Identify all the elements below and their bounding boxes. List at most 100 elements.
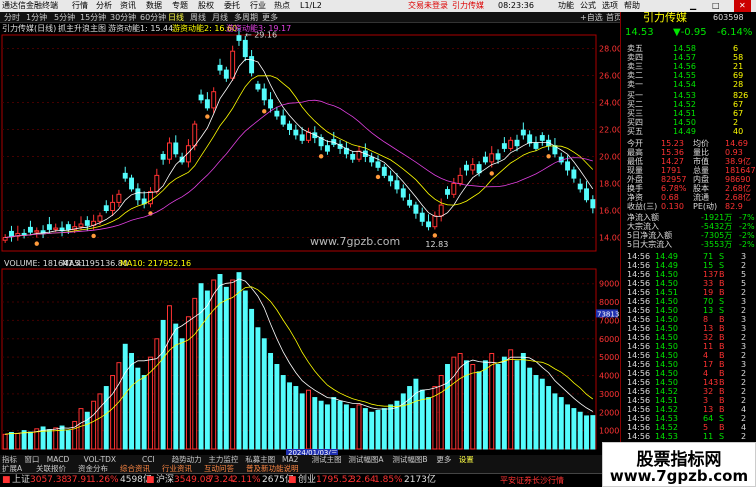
period-tab[interactable]: 月线 [212,12,228,23]
indicator-tab[interactable]: VOL-TDX [84,455,116,464]
tick-count: 3 [741,252,747,261]
indicator-tab[interactable]: 更多 [436,455,451,464]
candle-body [577,183,583,190]
volume-bar [381,408,387,450]
extension-tab[interactable]: 综合资讯 [120,464,150,473]
candle-body [375,161,381,168]
candle-body [407,199,413,206]
menu-item[interactable]: 委托 [224,0,240,12]
flow-label: 净流入额 [627,213,659,222]
minimize-icon[interactable]: ▁ [690,0,696,12]
indicator-tab[interactable]: 测试幅图A [348,455,383,464]
menu-item[interactable]: 行情 [72,0,88,12]
volume-bar [217,274,223,450]
add-favorite-button[interactable]: +自选 [580,12,603,23]
menu-item[interactable]: 功能 [558,0,574,12]
extension-tab[interactable]: 行业资讯 [162,464,192,473]
extension-tab[interactable]: 扩展A [2,464,22,473]
stat-label: 流通 [693,193,709,202]
indicator-tab[interactable]: 趋势动力 [172,455,202,464]
menu-item[interactable]: 热点 [274,0,290,12]
menu-item[interactable]: 资讯 [120,0,136,12]
menu-item[interactable]: 帮助 [624,0,640,12]
indicator-tab[interactable]: MA2 [282,455,298,464]
tick-time: 14:56 [627,423,651,432]
formula-name[interactable]: 抓主升浪主图 [58,23,106,34]
menu-item[interactable]: 股权 [198,0,214,12]
sh-index-pct: 1.26% [90,475,119,485]
indicator-tab[interactable]: MACD [47,455,69,464]
indicator-tab[interactable]: 指标 [2,455,17,464]
tick-volume: 143 [703,378,719,387]
extension-tab[interactable]: 互动问答 [204,464,234,473]
volume-bar [72,420,78,450]
ask-label: 卖二 [627,71,643,80]
menu-item[interactable]: 选项 [602,0,618,12]
period-tab-active[interactable]: 日线 [168,12,184,23]
close-icon[interactable]: ✕ [734,0,751,12]
indicator-tab[interactable]: 主力监控 [208,455,238,464]
price-tick-label: 14.00 [599,234,622,243]
tick-price: 14.51 [655,396,678,405]
sh-index-label[interactable]: 上证 [12,474,30,487]
period-tab[interactable]: 1分钟 [26,12,47,23]
period-tab[interactable]: 分时 [4,12,20,23]
extension-tab[interactable]: 普及新功能说明 [246,464,299,473]
candle-body [242,39,248,58]
stock-ad-link[interactable]: 引力传媒 [452,0,484,12]
tick-count: 5 [741,279,747,288]
menu-item[interactable]: 行业 [250,0,266,12]
candle-body [204,99,210,109]
menu-item[interactable]: 公式 [580,0,596,12]
bid-price: 14.51 [673,109,696,118]
indicator-tab[interactable]: 私募主图 [245,455,275,464]
candle-body [198,94,204,101]
price-change: ▼-0.95 [673,27,707,38]
trade-login-status[interactable]: 交易未登录 [408,0,448,12]
stat-value: 6.78% [661,184,687,193]
period-tab[interactable]: 5分钟 [54,12,75,23]
indicator-tab[interactable]: 窗口 [24,455,39,464]
ask-volume: 28 [733,80,744,89]
volume-bar [223,286,229,450]
menu-item[interactable]: 专题 [172,0,188,12]
stock-name[interactable]: 引力传媒 [643,12,687,23]
indicator-tab[interactable]: 测试主图 [312,455,342,464]
period-tab[interactable]: 30分钟 [110,12,136,23]
tick-volume: 8 [703,315,709,324]
period-tab[interactable]: 周线 [190,12,206,23]
period-tab[interactable]: 15分钟 [80,12,106,23]
maximize-icon[interactable]: □ [712,0,720,12]
volume-bar [9,431,14,450]
index-up-icon: ■ [146,475,155,485]
tick-price: 14.52 [655,405,678,414]
candle-body [457,174,463,184]
cy-index-change: 32.64 [350,475,376,485]
volume-bar [129,352,135,450]
indicator-tab[interactable]: 设置 [459,455,474,464]
menu-item[interactable]: L1/L2 [300,0,322,12]
candlestick-chart[interactable]: 14.00 16.00 18.00 20.00 22.00 24.00 26.00 28.00… [0,23,640,455]
period-tab[interactable]: 60分钟 [140,12,166,23]
sz-index-label[interactable]: 沪深 [156,474,174,487]
extension-tab[interactable]: 关联报价 [36,464,66,473]
indicator-tab[interactable]: CCI [142,455,155,464]
menu-item[interactable]: 分析 [96,0,112,12]
extension-tab[interactable]: 资金分布 [78,464,108,473]
indicator-tab[interactable]: 测试幅图B [392,455,427,464]
candle-body [274,110,280,117]
tick-price: 14.50 [655,351,678,360]
cy-index-label[interactable]: 创业 [298,474,316,487]
period-tab[interactable]: 多周期 [234,12,258,23]
flow-value: -5432万 [701,222,733,231]
candle-body [400,188,406,198]
volume-bar [451,356,457,450]
period-tab[interactable]: 更多 [262,12,278,23]
candle-body [350,153,356,160]
menu-item[interactable]: 数据 [146,0,162,12]
volume-bar [103,386,109,450]
volume-bar [299,393,305,450]
flow-value: -3553万 [701,240,733,249]
candle-body [571,169,577,179]
candle-body [299,134,305,141]
